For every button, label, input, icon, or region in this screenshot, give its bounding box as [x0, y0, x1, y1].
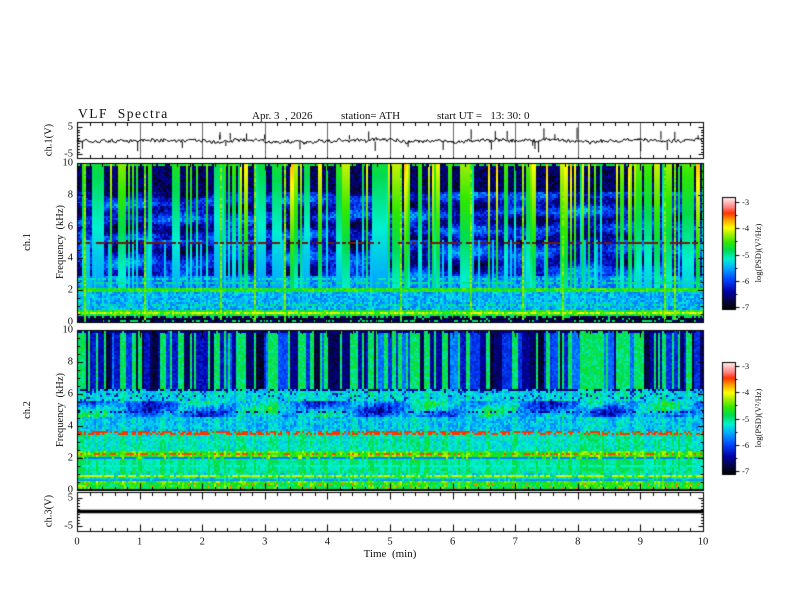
x-axis-label: Time (min)	[363, 548, 417, 560]
colorbar1-tick-label: -6	[742, 275, 750, 286]
ch3-wave-ytick-label: 5	[67, 492, 73, 503]
colorbar2-tick-label: -5	[742, 413, 750, 424]
colorbar1-tick-label: -7	[742, 302, 750, 312]
ch2-spec-ytick-label: 2	[67, 452, 73, 464]
x-tick-label: 9	[637, 536, 644, 547]
x-tick-label: 7	[512, 536, 518, 547]
x-tick-label: 10	[697, 536, 709, 547]
figure-station: station= ATH	[341, 110, 401, 122]
ch1-spec-ytick-label: 10	[62, 157, 74, 169]
figure-date: Apr. 3 , 2026	[252, 110, 313, 122]
ch2-spec-ytick-label: 10	[62, 324, 74, 336]
figure-title: VLF Spectra	[78, 106, 169, 121]
x-tick-label: 5	[387, 536, 393, 547]
ch1-spec-ytick-label: 8	[67, 189, 73, 201]
ch3-voltage-axis-label: ch.3(V)	[43, 494, 55, 528]
x-tick-label: 2	[199, 536, 205, 547]
colorbar2-tick-label: -7	[742, 466, 750, 476]
ch2-spec-ytick-label: 4	[67, 420, 73, 432]
colorbar2-tick-label: -4	[742, 387, 750, 398]
colorbar1-tick-label: -4	[742, 223, 750, 234]
x-tick-label: 0	[74, 536, 80, 547]
ch1-spec-ytick-label: 6	[67, 221, 73, 233]
ch1-axis-channel-text: ch.1	[22, 233, 33, 251]
ch1-axis-frequency-text: Frequency (kHz)	[55, 204, 66, 280]
colorbar1-tick-label: -5	[742, 249, 750, 260]
plot-canvas	[0, 0, 792, 612]
ch1-voltage-axis-label: ch.1(V)	[43, 123, 55, 157]
ch2-axis-frequency-text: Frequency (kHz)	[55, 372, 66, 448]
ch1-spec-ytick-label: 2	[67, 284, 73, 296]
colorbar2-tick-label: -3	[742, 361, 750, 371]
colorbar1-label: log(PSD)(V²/Hz)	[753, 223, 763, 283]
colorbar2-tick-label: -6	[742, 439, 750, 450]
colorbar2-label: log(PSD)(V²/Hz)	[753, 388, 763, 448]
ch3-wave-ytick-label: -5	[64, 520, 73, 531]
ch1-frequency-axis-label: ch.1 Frequency (kHz)	[0, 205, 88, 279]
ch2-frequency-axis-label: ch.2 Frequency (kHz)	[0, 373, 88, 447]
ch2-spec-ytick-label: 8	[67, 356, 73, 368]
x-tick-label: 1	[136, 536, 143, 547]
ch1-spec-ytick-label: 4	[67, 252, 73, 264]
x-tick-label: 6	[449, 536, 456, 547]
x-tick-label: 3	[262, 536, 268, 547]
x-tick-label: 8	[575, 536, 581, 547]
colorbar1-tick-label: -3	[742, 197, 750, 207]
ch1-wave-ytick-label: 5	[67, 121, 73, 133]
x-tick-label: 4	[324, 536, 331, 547]
ch2-spec-ytick-label: 6	[67, 388, 73, 400]
ch2-axis-channel-text: ch.2	[22, 401, 33, 419]
vlf-spectra-figure: VLF Spectra Apr. 3 , 2026 station= ATH s…	[0, 0, 792, 612]
figure-start-ut: start UT = 13: 30: 0	[437, 110, 530, 122]
